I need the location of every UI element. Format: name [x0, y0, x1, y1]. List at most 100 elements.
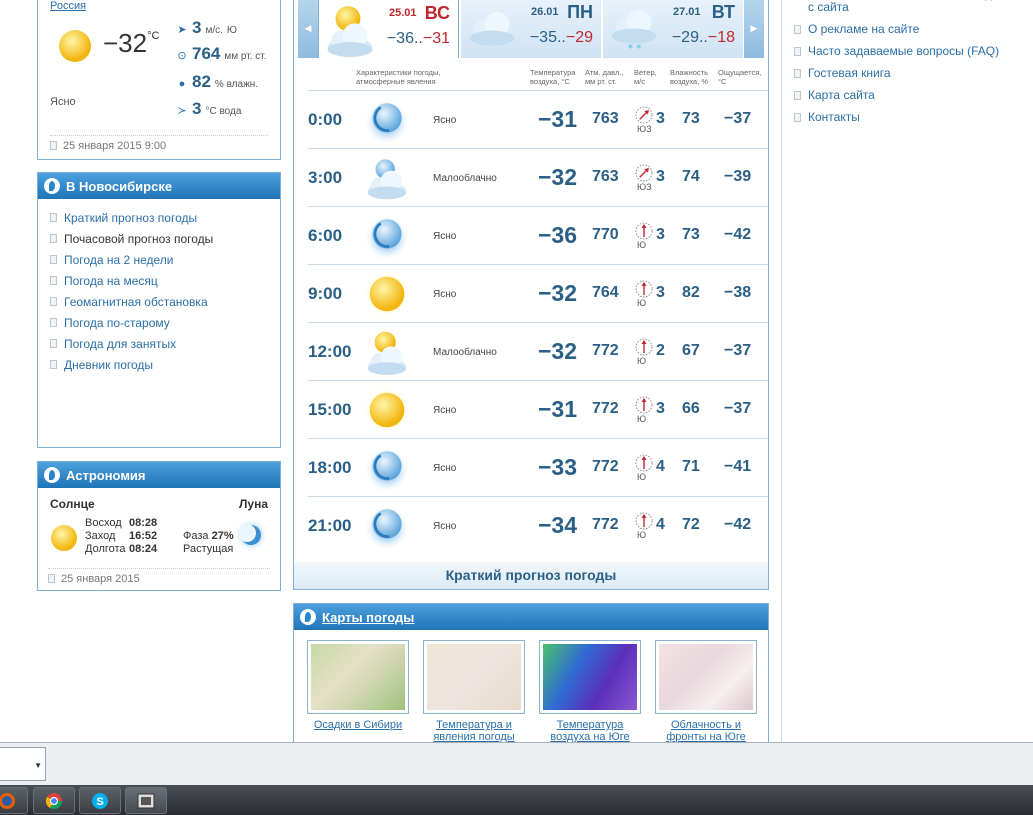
row-temperature: −32 [537, 280, 577, 306]
wind-rose-icon [635, 280, 653, 298]
map-thumbnail[interactable] [423, 640, 525, 714]
moon-icon [364, 99, 410, 146]
forecast-row: 18:00 Ясно −33 772 4Ю 71 −41 [308, 438, 768, 496]
water-stat: ≻ 3 °С вода [177, 99, 242, 118]
sunrise-time: 08:28 [129, 517, 158, 529]
site-link[interactable]: Часто задаваемые вопросы (FAQ) [794, 45, 1033, 58]
site-link[interactable]: Карта сайта [794, 89, 1033, 102]
col-feels: Ощущается, °С [718, 68, 762, 86]
row-condition: Малооблачно [433, 347, 497, 358]
day-tab-range: −36..−31 [386, 30, 450, 47]
row-time: 12:00 [308, 342, 352, 361]
city-nav-item[interactable]: Геомагнитная обстановка [50, 291, 280, 312]
column-headers: Характеристики погоды, атмосферные явлен… [294, 64, 770, 90]
moon-icon [364, 215, 410, 262]
day-tab-date: 27.01 [673, 6, 701, 18]
map-thumbnail[interactable] [307, 640, 409, 714]
day-tabs: ◀ 25.01 ВС −36..−31 26.01 ПН −35..−29 * … [298, 0, 764, 60]
maps-title[interactable]: Карты погоды [322, 610, 414, 625]
site-link[interactable]: Соглашение об использовании данных с сай… [794, 0, 1033, 14]
doc-icon [50, 297, 57, 306]
city-nav-item[interactable]: Краткий прогноз погоды [50, 207, 280, 228]
site-link-label: Часто задаваемые вопросы (FAQ) [808, 44, 1000, 58]
wind-rose-icon [635, 338, 653, 356]
map-card[interactable]: Осадки в Сибири [307, 640, 409, 731]
sun-icon [364, 271, 410, 317]
hourly-forecast-panel: ◀ 25.01 ВС −36..−31 26.01 ПН −35..−29 * … [293, 0, 769, 590]
city-nav-label: Погода для занятых [64, 336, 177, 351]
row-wind: 3Ю [634, 279, 674, 308]
wind-rose-icon [635, 106, 653, 124]
media-player-icon[interactable] [125, 787, 167, 814]
country-link[interactable]: Россия [50, 0, 86, 12]
map-card[interactable]: Облачность и фронты на Юге [655, 640, 757, 743]
city-nav-list: Краткий прогноз погоды Почасовой прогноз … [38, 199, 280, 375]
fish-icon: ≻ [177, 105, 187, 117]
map-caption[interactable]: Температура и явления погоды [423, 719, 525, 743]
city-nav-label: Краткий прогноз погоды [64, 210, 198, 225]
day-tab[interactable]: 26.01 ПН −35..−29 [460, 0, 601, 58]
firefox-icon[interactable] [0, 787, 28, 814]
row-feels-like: −39 [724, 168, 752, 185]
wind-rose-icon [635, 454, 653, 472]
row-condition: Ясно [433, 405, 457, 416]
moon-icon [234, 518, 268, 552]
row-pressure: 772 [592, 400, 619, 417]
city-nav-item[interactable]: Погода для занятых [50, 333, 280, 354]
row-condition: Малооблачно [433, 173, 497, 184]
city-nav-item[interactable]: Погода на 2 недели [50, 249, 280, 270]
city-nav-item[interactable]: Погода по-старому [50, 312, 280, 333]
astronomy-header: Астрономия [38, 462, 280, 488]
forecast-row: 6:00 Ясно −36 770 3Ю 73 −42 [308, 206, 768, 264]
site-link[interactable]: Контакты [794, 111, 1033, 124]
logo-icon [300, 609, 316, 625]
row-time: 3:00 [308, 168, 343, 187]
dropdown-box[interactable]: ▼ [0, 747, 46, 781]
doc-icon [794, 91, 801, 100]
doc-icon [50, 234, 57, 243]
city-nav-label: Геомагнитная обстановка [64, 294, 208, 309]
site-link[interactable]: О рекламе на сайте [794, 23, 1033, 36]
status-bar: ▼ [0, 742, 1033, 785]
doc-icon [50, 318, 57, 327]
map-caption[interactable]: Осадки в Сибири [307, 719, 409, 731]
map-caption[interactable]: Температура воздуха на Юге [539, 719, 641, 743]
site-link[interactable]: Гостевая книга [794, 67, 1033, 80]
sunset-time: 16:52 [129, 530, 158, 542]
city-nav-item[interactable]: Почасовой прогноз погоды [50, 228, 280, 249]
prev-day-arrow[interactable]: ◀ [298, 0, 318, 58]
map-caption[interactable]: Облачность и фронты на Юге [655, 719, 757, 743]
doc-icon [794, 25, 801, 34]
city-nav-item[interactable]: Дневник погоды [50, 354, 280, 375]
next-day-arrow[interactable]: ▶ [744, 0, 764, 58]
current-weather-panel: Россия −32°C Ясно ➤ 3 м/с. Ю ⊙ 764 мм рт. ст.… [37, 0, 281, 160]
day-tab[interactable]: 25.01 ВС −36..−31 [318, 0, 459, 58]
wind-arrow-icon: ➤ [177, 24, 187, 36]
col-pressure: Атм. давл., мм рт. ст. [585, 68, 624, 86]
skype-icon[interactable]: S [79, 787, 121, 814]
maps-header: Карты погоды [294, 604, 768, 630]
row-pressure: 770 [592, 226, 619, 243]
map-thumbnail[interactable] [655, 640, 757, 714]
day-tab[interactable]: * * 27.01 ВТ −29..−18 [602, 0, 743, 58]
moon-icon [364, 447, 410, 494]
city-nav-label: Погода по-старому [64, 315, 170, 330]
row-humidity: 73 [682, 110, 700, 127]
sun-times: Восход 08:28 Заход 16:52 Долгота 08:24 [85, 517, 158, 555]
city-nav-item[interactable]: Погода на месяц [50, 270, 280, 291]
map-card[interactable]: Температура и явления погоды [423, 640, 525, 743]
chrome-icon[interactable] [33, 787, 75, 814]
row-wind: 4Ю [634, 453, 674, 482]
droplet-icon: ● [178, 78, 186, 90]
map-thumbnail[interactable] [539, 640, 641, 714]
row-time: 21:00 [308, 516, 352, 535]
city-nav-label: Погода на месяц [64, 273, 158, 288]
taskbar: S [0, 785, 1033, 815]
map-card[interactable]: Температура воздуха на Юге [539, 640, 641, 743]
site-links: Соглашение об использовании данных с сай… [782, 0, 1033, 124]
gauge-icon: ⊙ [177, 50, 187, 62]
brief-forecast-link[interactable]: Краткий прогноз погоды [294, 562, 768, 589]
logo-icon [44, 178, 60, 194]
row-feels-like: −37 [724, 342, 752, 359]
row-condition: Ясно [433, 115, 457, 126]
